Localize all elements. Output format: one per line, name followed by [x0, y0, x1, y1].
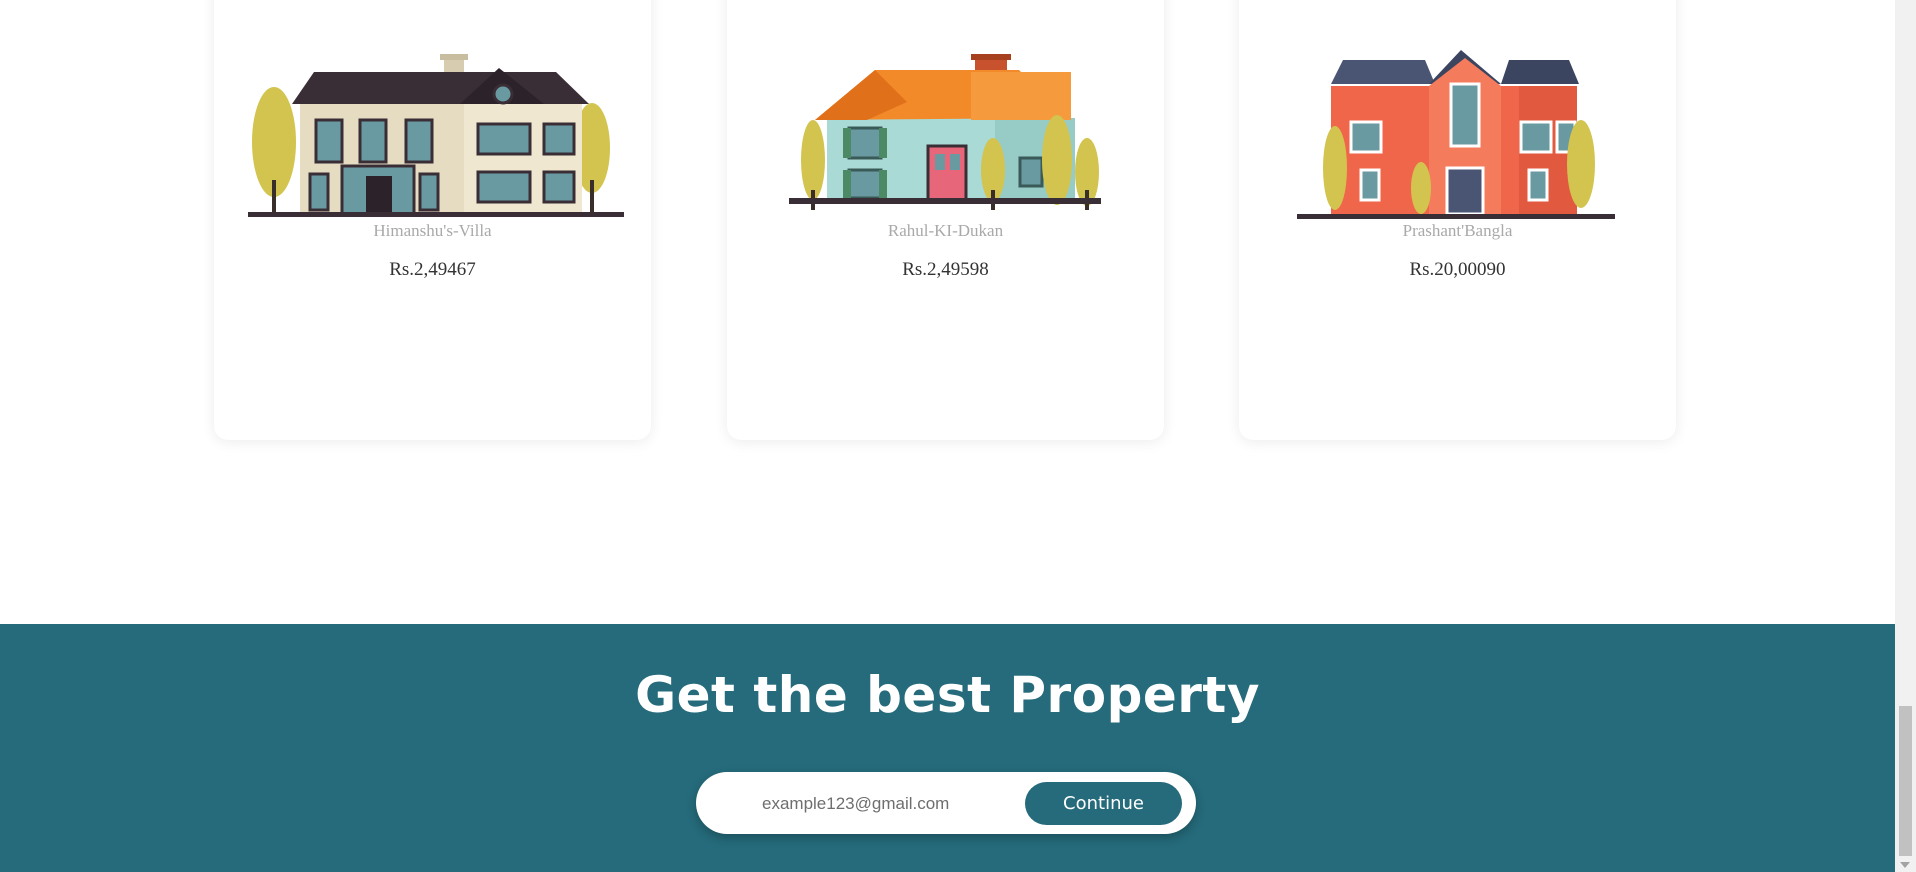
property-price: Rs.2,49598	[902, 259, 989, 280]
villa-house-icon	[248, 54, 624, 217]
property-name: Prashant'Bangla	[1402, 221, 1513, 240]
property-card[interactable]: Himanshu's-Villa Rs.2,49467	[214, 0, 651, 440]
property-card[interactable]: Rahul-KI-Dukan Rs.2,49598	[727, 0, 1164, 440]
scrollbar-thumb[interactable]	[1899, 706, 1912, 856]
cta-title: Get the best Property	[635, 666, 1260, 724]
email-field[interactable]	[760, 788, 1034, 820]
property-price: Rs.20,00090	[1409, 259, 1506, 280]
brick-bungalow-icon	[1297, 50, 1615, 219]
page: Himanshu's-Villa Rs.2,49467 Rahul-KI-Duk…	[0, 0, 1895, 872]
continue-button[interactable]: Continue	[1025, 782, 1182, 825]
property-name: Rahul-KI-Dukan	[887, 221, 1004, 240]
page-scrollbar[interactable]	[1895, 0, 1916, 872]
scroll-down-arrow-icon[interactable]	[1900, 862, 1910, 868]
cta-section: Get the best Property Continue	[0, 624, 1895, 872]
cottage-house-icon	[789, 54, 1101, 210]
property-name: Himanshu's-Villa	[373, 221, 492, 240]
property-card[interactable]: Prashant'Bangla Rs.20,00090	[1239, 0, 1676, 440]
property-price: Rs.2,49467	[389, 259, 476, 280]
email-form: Continue	[696, 772, 1196, 834]
